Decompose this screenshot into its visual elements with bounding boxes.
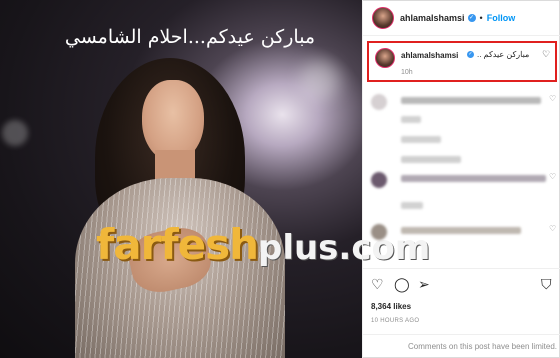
verified-badge-icon: ✓ <box>467 51 474 58</box>
post-side-panel: ahlamalshamsi ✓ • Follow ahlamalshamsi ✓… <box>362 0 560 358</box>
caption-username[interactable]: ahlamalshamsi <box>401 51 458 60</box>
blurred-comment <box>401 175 546 182</box>
header-username[interactable]: ahlamalshamsi <box>400 13 465 23</box>
blurred-comment <box>401 97 541 104</box>
post-photo[interactable]: مباركن عيدكم...احلام الشامسي <box>0 0 362 358</box>
blurred-comment <box>401 227 521 234</box>
comment-bubble-icon[interactable]: ◯ <box>394 277 410 291</box>
avatar[interactable] <box>372 6 394 29</box>
caption-highlight: ahlamalshamsi ✓ مباركن عيدكم .. ♡ 10h <box>367 41 557 82</box>
image-overlay-text: مباركن عيدكم...احلام الشامسي <box>64 26 316 48</box>
blurred-comment <box>401 136 441 143</box>
comments-limited-text: Comments on this post have been limited. <box>408 342 557 351</box>
save-bookmark-icon[interactable]: ⛉ <box>541 277 552 291</box>
caption-text: مباركن عيدكم .. <box>477 50 530 59</box>
blurred-comment <box>401 116 421 123</box>
comment-heart-icon[interactable]: ♡ <box>549 172 556 181</box>
blurred-comment <box>401 156 461 163</box>
like-heart-icon[interactable]: ♡ <box>371 277 384 291</box>
avatar <box>371 172 387 188</box>
blurred-comment <box>401 202 423 209</box>
avatar <box>371 94 387 110</box>
avatar <box>371 224 387 240</box>
verified-badge-icon: ✓ <box>467 13 476 22</box>
caption-heart-icon[interactable]: ♡ <box>542 49 550 60</box>
caption-avatar[interactable] <box>375 48 395 68</box>
watermark-main: farfesh <box>96 220 259 269</box>
bokeh-light <box>2 120 28 146</box>
comment-heart-icon[interactable]: ♡ <box>549 94 556 103</box>
post-header: ahlamalshamsi ✓ • Follow <box>363 0 560 36</box>
post-actions: ♡ ◯ ➢ ⛉ <box>363 268 560 298</box>
comment-heart-icon[interactable]: ♡ <box>549 224 556 233</box>
header-separator: • <box>479 12 483 23</box>
share-send-icon[interactable]: ➢ <box>418 277 430 291</box>
follow-button[interactable]: Follow <box>487 13 516 23</box>
caption-time: 10h <box>401 69 413 76</box>
comments-limited-notice: Comments on this post have been limited. <box>363 334 560 358</box>
comments-list: ♡ ♡ ♡ <box>363 86 560 256</box>
bokeh-light <box>300 60 340 100</box>
post-timestamp: 10 HOURS AGO <box>371 318 420 324</box>
likes-count[interactable]: 8,364 likes <box>371 302 411 311</box>
